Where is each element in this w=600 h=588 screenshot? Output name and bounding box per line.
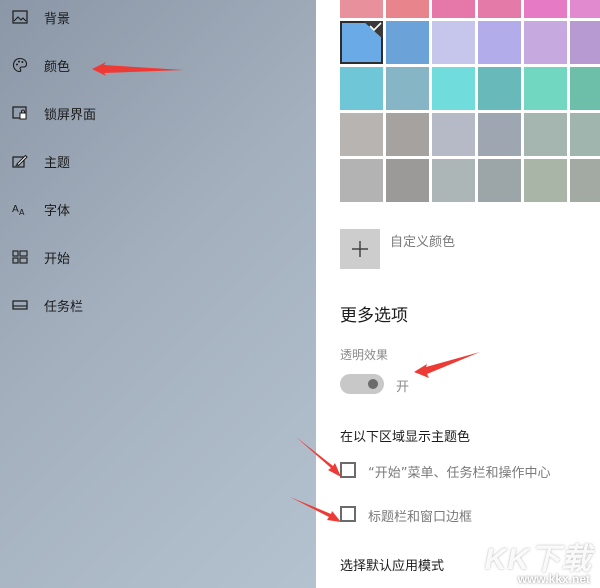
color-swatch[interactable] (478, 113, 521, 156)
color-swatch[interactable] (432, 113, 475, 156)
sidebar-item-label: 主题 (44, 155, 71, 171)
color-swatch[interactable] (524, 67, 567, 110)
sidebar-item-start[interactable]: 开始 (0, 237, 316, 277)
plus-icon (351, 240, 369, 258)
color-swatch[interactable] (524, 159, 567, 202)
taskbar-icon (12, 297, 28, 313)
color-swatch[interactable] (386, 0, 429, 18)
color-swatch[interactable] (478, 67, 521, 110)
color-swatch[interactable] (478, 21, 521, 64)
image-icon (12, 9, 28, 25)
color-swatch[interactable] (478, 159, 521, 202)
color-swatch[interactable] (524, 113, 567, 156)
lock-screen-icon (12, 105, 28, 121)
checkmark-icon (363, 21, 383, 39)
title-bar-checkbox-label[interactable]: 标题栏和窗口边框 (368, 506, 472, 525)
colors-settings-panel: 自定义颜色 更多选项 透明效果 开 在以下区域显示主题色 “开始”菜单、任务栏和… (316, 0, 600, 588)
color-swatch[interactable] (432, 67, 475, 110)
color-swatch[interactable] (386, 21, 429, 64)
color-swatch[interactable] (524, 0, 567, 18)
transparency-state: 开 (396, 380, 410, 395)
sidebar-item-label: 颜色 (44, 59, 71, 75)
color-swatch[interactable] (478, 0, 521, 18)
color-swatch[interactable] (570, 21, 600, 64)
watermark: KK下载 www.kkx.net (482, 534, 598, 586)
sidebar-item-colors[interactable]: 颜色 (0, 45, 316, 85)
start-grid-icon (12, 249, 28, 265)
color-swatch[interactable] (386, 67, 429, 110)
sidebar-item-lock-screen[interactable]: 锁屏界面 (0, 93, 316, 133)
sidebar-item-taskbar[interactable]: 任务栏 (0, 285, 316, 325)
color-swatch[interactable] (570, 113, 600, 156)
toggle-knob (368, 379, 378, 389)
custom-color-button[interactable] (340, 229, 380, 269)
color-swatch[interactable] (386, 159, 429, 202)
color-swatch[interactable] (432, 0, 475, 18)
watermark-url: www.kkx.net (517, 572, 590, 586)
color-swatch[interactable] (432, 21, 475, 64)
sidebar-item-label: 任务栏 (44, 299, 84, 315)
start-taskbar-checkbox-label[interactable]: “开始”菜单、任务栏和操作中心 (368, 462, 550, 481)
color-swatch[interactable] (340, 113, 383, 156)
sidebar-item-fonts[interactable]: AA 字体 (0, 189, 316, 229)
palette-icon (12, 57, 28, 73)
app-mode-heading: 选择默认应用模式 (340, 559, 445, 574)
color-swatch[interactable] (570, 159, 600, 202)
sidebar-item-label: 开始 (44, 251, 71, 267)
sidebar-item-label: 锁屏界面 (44, 107, 97, 123)
transparency-toggle[interactable] (340, 374, 384, 394)
more-options-title: 更多选项 (340, 306, 408, 326)
color-swatch[interactable] (570, 0, 600, 18)
settings-sidebar: 背景 颜色 锁屏界面 主题 AA 字体 开始 任务栏 (0, 0, 316, 588)
transparency-label: 透明效果 (340, 348, 389, 362)
accent-surfaces-heading: 在以下区域显示主题色 (340, 430, 471, 445)
sidebar-item-label: 背景 (44, 11, 71, 27)
sidebar-item-background[interactable]: 背景 (0, 0, 316, 37)
font-icon: AA (12, 201, 28, 217)
color-swatch[interactable] (386, 113, 429, 156)
svg-text:A: A (12, 204, 19, 215)
color-swatch[interactable] (432, 159, 475, 202)
color-swatch[interactable] (340, 21, 383, 64)
svg-text:A: A (19, 208, 25, 216)
color-swatch[interactable] (340, 0, 383, 18)
start-taskbar-checkbox[interactable] (340, 462, 356, 478)
color-swatch[interactable] (340, 67, 383, 110)
color-swatch[interactable] (340, 159, 383, 202)
title-bar-checkbox[interactable] (340, 506, 356, 522)
theme-brush-icon (12, 153, 28, 169)
color-swatch[interactable] (570, 67, 600, 110)
sidebar-item-label: 字体 (44, 203, 71, 219)
color-swatch[interactable] (524, 21, 567, 64)
custom-color-label[interactable]: 自定义颜色 (390, 231, 455, 250)
sidebar-item-themes[interactable]: 主题 (0, 141, 316, 181)
